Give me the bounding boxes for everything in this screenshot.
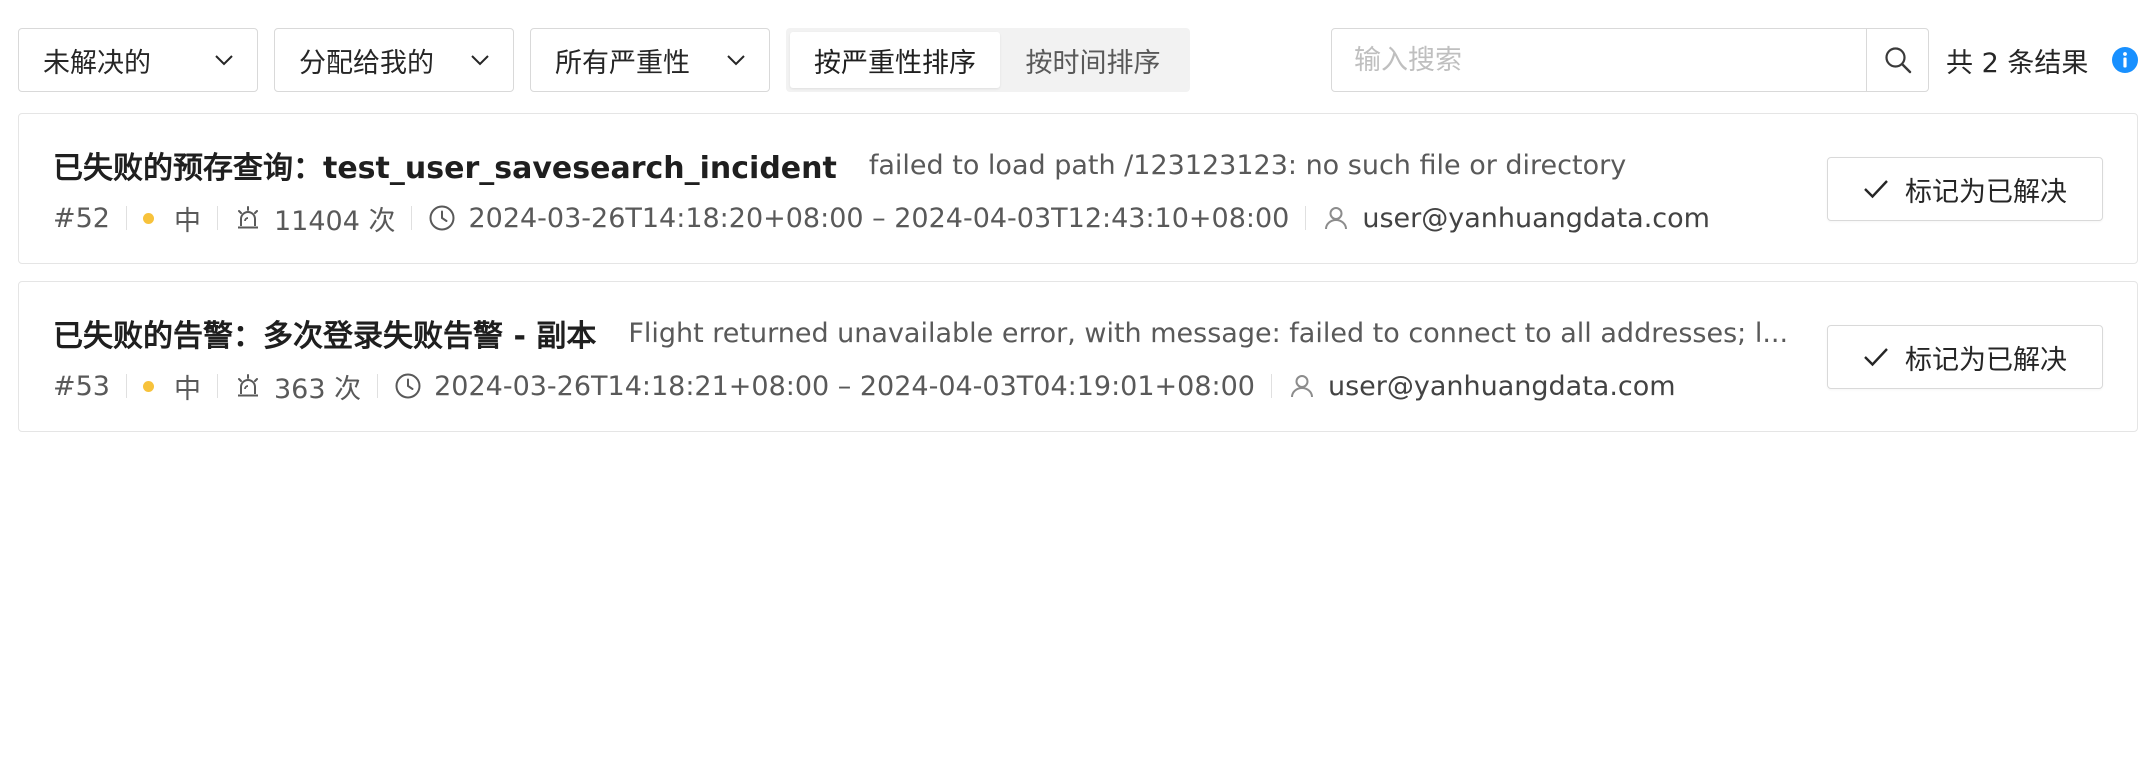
incident-title-row: 已失败的告警：多次登录失败告警 - 副本 Flight returned una… (53, 308, 1807, 358)
search-box (1331, 28, 1929, 92)
chevron-down-icon (471, 55, 489, 66)
assignee-filter-label: 分配给我的 (299, 47, 434, 79)
mark-resolved-label: 标记为已解决 (1905, 344, 2067, 376)
incident-meta: #52 中 11404 次 2024-03-26T14:18:20+08:00 … (53, 196, 1710, 240)
occurrence-count-label: 11404 次 (273, 205, 396, 237)
incident-title[interactable]: 已失败的预存查询：test_user_savesearch_incident (53, 143, 837, 187)
severity-dot-icon (142, 380, 154, 392)
occurrence-count: 11404 次 (234, 199, 395, 238)
occurrence-count-label: 363 次 (273, 373, 362, 405)
severity-dot-icon (142, 212, 154, 224)
incident-title-row: 已失败的预存查询：test_user_savesearch_incident f… (53, 140, 1807, 190)
incident-card: 已失败的告警：多次登录失败告警 - 副本 Flight returned una… (18, 281, 2138, 432)
alarm-siren-icon (237, 374, 258, 397)
chevron-down-icon (215, 55, 233, 66)
clock-icon (395, 373, 421, 399)
assignee: user@yanhuangdata.com (1288, 371, 1676, 402)
incident-meta: #53 中 363 次 2024-03-26T14:18:21+08:00 – … (53, 364, 1676, 408)
assignee-email: user@yanhuangdata.com (1362, 202, 1710, 234)
incident-description: failed to load path /123123123: no such … (868, 149, 1627, 181)
time-range-label: 2024-03-26T14:18:21+08:00 – 2024-04-03T0… (434, 370, 1255, 402)
severity-filter-select[interactable]: 所有严重性 (530, 28, 770, 92)
clock-icon (429, 205, 455, 231)
assignee-email: user@yanhuangdata.com (1327, 370, 1676, 402)
alarm-siren-icon (237, 206, 258, 229)
severity-label: 中 (173, 373, 201, 405)
meta-divider (411, 206, 413, 230)
incident-id: #53 (53, 370, 110, 402)
mark-resolved-label: 标记为已解决 (1905, 176, 2067, 208)
mark-resolved-button[interactable]: 标记为已解决 (1827, 157, 2103, 221)
meta-divider (125, 206, 127, 230)
status-filter-label: 未解决的 (43, 47, 151, 79)
severity-filter-label: 所有严重性 (555, 47, 690, 79)
check-icon (1864, 348, 1888, 367)
meta-divider (377, 374, 379, 398)
search-button[interactable] (1866, 29, 1928, 91)
incident-title[interactable]: 已失败的告警：多次登录失败告警 - 副本 (53, 311, 596, 355)
user-icon (1290, 375, 1313, 398)
sort-by-time-option[interactable]: 按时间排序 (1000, 32, 1186, 88)
time-range: 2024-03-26T14:18:20+08:00 – 2024-04-03T1… (428, 203, 1289, 234)
sort-by-severity-option[interactable]: 按严重性排序 (790, 32, 1000, 88)
result-count: 共 2 条结果 (1946, 47, 2089, 79)
severity-indicator: 中 (142, 367, 201, 406)
time-range: 2024-03-26T14:18:21+08:00 – 2024-04-03T0… (394, 371, 1255, 402)
assignee: user@yanhuangdata.com (1322, 203, 1710, 234)
severity-indicator: 中 (142, 199, 201, 238)
mark-resolved-button[interactable]: 标记为已解决 (1827, 325, 2103, 389)
meta-divider (216, 206, 218, 230)
chevron-down-icon (727, 55, 745, 66)
assignee-filter-select[interactable]: 分配给我的 (274, 28, 514, 92)
incident-card: 已失败的预存查询：test_user_savesearch_incident f… (18, 113, 2138, 264)
meta-divider (125, 374, 127, 398)
occurrence-count: 363 次 (234, 367, 361, 406)
filter-toolbar: 未解决的 分配给我的 所有严重性 按严重性排序 按时间排序 共 2 条结果 (0, 0, 2156, 100)
check-icon (1864, 180, 1888, 199)
status-filter-select[interactable]: 未解决的 (18, 28, 258, 92)
search-icon (1884, 47, 1911, 74)
user-icon (1325, 207, 1348, 230)
severity-label: 中 (173, 205, 201, 237)
meta-divider (1305, 206, 1307, 230)
search-input[interactable] (1332, 29, 1866, 91)
meta-divider (216, 374, 218, 398)
time-range-label: 2024-03-26T14:18:20+08:00 – 2024-04-03T1… (468, 202, 1290, 234)
meta-divider (1270, 374, 1272, 398)
info-icon[interactable] (2111, 46, 2139, 74)
incident-id: #52 (53, 202, 110, 234)
incident-description: Flight returned unavailable error, with … (628, 317, 1789, 349)
sort-segmented-control: 按严重性排序 按时间排序 (786, 28, 1190, 92)
